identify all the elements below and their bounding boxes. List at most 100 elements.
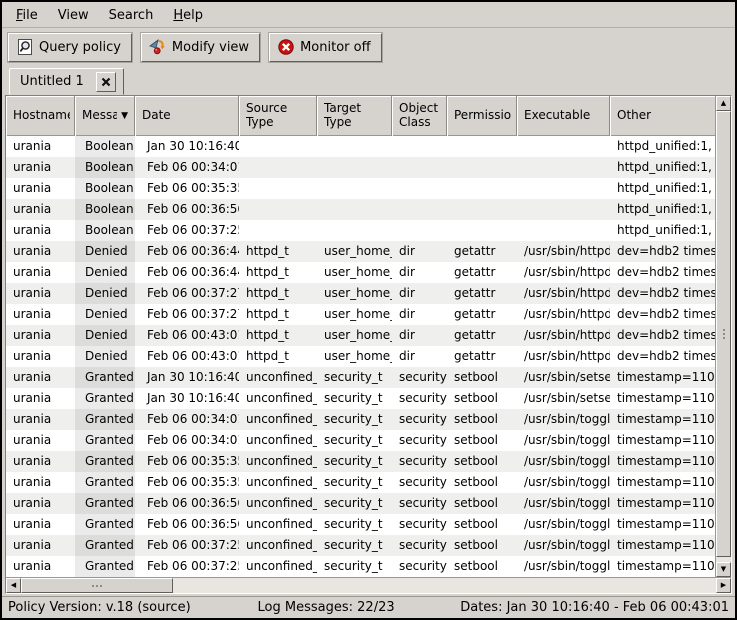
table-cell: Feb 06 00:36:56 xyxy=(135,199,239,220)
table-cell: Feb 06 00:43:01 xyxy=(135,346,239,367)
tab-close-button[interactable] xyxy=(96,72,116,92)
menu-view[interactable]: View xyxy=(48,5,99,26)
dates-status: Dates: Jan 30 10:16:40 - Feb 06 00:43:01 xyxy=(432,600,729,615)
table-cell: security xyxy=(392,514,447,535)
table-cell: urania xyxy=(6,535,75,556)
table-cell: dir xyxy=(392,325,447,346)
table-cell: urania xyxy=(6,262,75,283)
table-cell xyxy=(239,157,317,178)
column-header-source-type[interactable]: Source Type xyxy=(239,96,317,136)
scroll-down-button[interactable]: ▼ xyxy=(716,562,731,577)
table-row[interactable]: uraniaBooleanFeb 06 00:35:35httpd_unifie… xyxy=(6,178,715,199)
table-cell: setbool xyxy=(447,388,517,409)
table-row[interactable]: uraniaGrantedFeb 06 00:34:01unconfined_s… xyxy=(6,409,715,430)
table-cell xyxy=(317,220,392,241)
table-cell: Feb 06 00:36:44 xyxy=(135,241,239,262)
column-header-target-type[interactable]: Target Type xyxy=(317,96,392,136)
scroll-right-button[interactable]: ▶ xyxy=(716,578,731,593)
vertical-scrollbar[interactable]: ▲ ▼ xyxy=(715,96,731,577)
table-cell: security_t xyxy=(317,472,392,493)
column-header-permission[interactable]: Permission xyxy=(447,96,517,136)
table-cell: Denied xyxy=(75,325,135,346)
table-row[interactable]: uraniaBooleanJan 30 10:16:40httpd_unifie… xyxy=(6,136,715,157)
modify-view-button[interactable]: Modify view xyxy=(141,33,260,62)
table-cell: urania xyxy=(6,472,75,493)
monitor-off-button[interactable]: Monitor off xyxy=(269,33,381,62)
horizontal-scrollbar-track[interactable] xyxy=(21,578,716,593)
vertical-scrollbar-thumb[interactable] xyxy=(716,111,731,557)
column-header-hostname[interactable]: Hostname xyxy=(6,96,75,136)
table-row[interactable]: uraniaGrantedFeb 06 00:34:01unconfined_s… xyxy=(6,430,715,451)
log-table-frame: HostnameMessa▼DateSource TypeTarget Type… xyxy=(5,95,732,594)
table-cell: Feb 06 00:36:56 xyxy=(135,514,239,535)
table-cell: security_t xyxy=(317,514,392,535)
table-cell: unconfined_ xyxy=(239,514,317,535)
table-cell: Boolean xyxy=(75,178,135,199)
table-cell: user_home_ xyxy=(317,262,392,283)
vertical-scrollbar-track[interactable] xyxy=(716,111,731,562)
table-row[interactable]: uraniaGrantedJan 30 10:16:40unconfined_s… xyxy=(6,367,715,388)
monitor-off-label: Monitor off xyxy=(300,40,370,55)
tab-bar: Untitled 1 xyxy=(2,66,735,95)
table-row[interactable]: uraniaGrantedFeb 06 00:36:56unconfined_s… xyxy=(6,514,715,535)
menu-file[interactable]: File xyxy=(6,5,48,26)
table-cell: Feb 06 00:34:01 xyxy=(135,157,239,178)
table-cell xyxy=(317,178,392,199)
table-row[interactable]: uraniaBooleanFeb 06 00:36:56httpd_unifie… xyxy=(6,199,715,220)
table-row[interactable]: uraniaGrantedFeb 06 00:37:25unconfined_s… xyxy=(6,535,715,556)
table-cell: setbool xyxy=(447,451,517,472)
toolbar: Query policy Modify view Monitor off xyxy=(2,28,735,66)
table-row[interactable]: uraniaGrantedFeb 06 00:37:25unconfined_s… xyxy=(6,556,715,577)
menu-search[interactable]: Search xyxy=(99,5,164,26)
column-header-date[interactable]: Date xyxy=(135,96,239,136)
column-header-label: Object Class xyxy=(399,102,442,130)
table-cell: httpd_unified:1, ht xyxy=(610,220,715,241)
table-row[interactable]: uraniaDeniedFeb 06 00:37:27httpd_tuser_h… xyxy=(6,283,715,304)
table-row[interactable]: uraniaDeniedFeb 06 00:43:01httpd_tuser_h… xyxy=(6,346,715,367)
table-cell xyxy=(239,136,317,157)
table-cell xyxy=(517,178,610,199)
tab-untitled-1[interactable]: Untitled 1 xyxy=(9,68,124,95)
scroll-left-button[interactable]: ◀ xyxy=(6,578,21,593)
table-row[interactable]: uraniaGrantedFeb 06 00:35:35unconfined_s… xyxy=(6,472,715,493)
menu-help[interactable]: Help xyxy=(163,5,213,26)
horizontal-scrollbar[interactable]: ◀ ▶ xyxy=(6,577,731,593)
table-cell: unconfined_ xyxy=(239,430,317,451)
table-cell: security_t xyxy=(317,493,392,514)
query-policy-button[interactable]: Query policy xyxy=(8,33,132,62)
table-row[interactable]: uraniaDeniedFeb 06 00:37:27httpd_tuser_h… xyxy=(6,304,715,325)
table-row[interactable]: uraniaGrantedFeb 06 00:35:35unconfined_s… xyxy=(6,451,715,472)
table-cell: Feb 06 00:34:01 xyxy=(135,430,239,451)
table-cell: urania xyxy=(6,325,75,346)
table-cell: security xyxy=(392,388,447,409)
table-cell: urania xyxy=(6,409,75,430)
table-row[interactable]: uraniaGrantedFeb 06 00:36:56unconfined_s… xyxy=(6,493,715,514)
table-cell xyxy=(239,178,317,199)
table-row[interactable]: uraniaDeniedFeb 06 00:43:01httpd_tuser_h… xyxy=(6,325,715,346)
table-cell: timestamp=11076 xyxy=(610,535,715,556)
scroll-up-button[interactable]: ▲ xyxy=(716,96,731,111)
table-row[interactable]: uraniaDeniedFeb 06 00:36:44httpd_tuser_h… xyxy=(6,241,715,262)
table-cell: Granted xyxy=(75,451,135,472)
column-header-other[interactable]: Other xyxy=(610,96,715,136)
left-arrow-icon: ◀ xyxy=(11,582,16,589)
table-cell: /usr/sbin/toggle xyxy=(517,472,610,493)
table-row[interactable]: uraniaDeniedFeb 06 00:36:44httpd_tuser_h… xyxy=(6,262,715,283)
table-cell: urania xyxy=(6,430,75,451)
table-row[interactable]: uraniaBooleanFeb 06 00:37:25httpd_unifie… xyxy=(6,220,715,241)
table-row[interactable]: uraniaBooleanFeb 06 00:34:01httpd_unifie… xyxy=(6,157,715,178)
table-body: uraniaBooleanJan 30 10:16:40httpd_unifie… xyxy=(6,136,715,577)
table-cell: httpd_t xyxy=(239,241,317,262)
table-cell: /usr/sbin/toggle xyxy=(517,451,610,472)
column-header-executable[interactable]: Executable xyxy=(517,96,610,136)
menubar: File View Search Help xyxy=(2,2,735,28)
column-header-object-class[interactable]: Object Class xyxy=(392,96,447,136)
table-cell: Feb 06 00:36:56 xyxy=(135,493,239,514)
table-cell: getattr xyxy=(447,325,517,346)
horizontal-scrollbar-thumb[interactable] xyxy=(21,578,173,593)
table-cell: urania xyxy=(6,157,75,178)
table-cell: getattr xyxy=(447,241,517,262)
table-cell: /usr/sbin/toggle xyxy=(517,535,610,556)
column-header-messa[interactable]: Messa▼ xyxy=(75,96,135,136)
table-row[interactable]: uraniaGrantedJan 30 10:16:40unconfined_s… xyxy=(6,388,715,409)
